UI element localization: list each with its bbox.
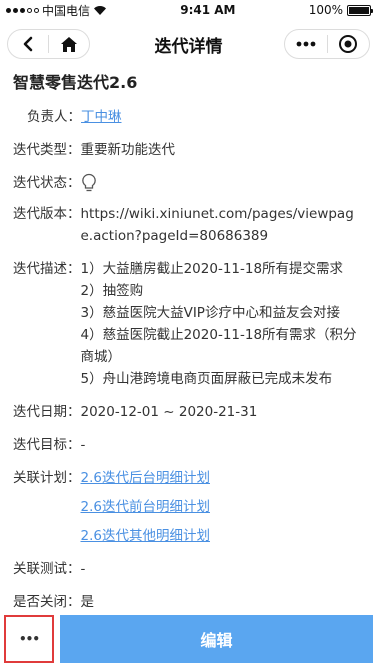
plan-link: 2.6迭代其他明细计划 [81, 525, 365, 554]
plan-list: 2.6迭代后台明细计划 2.6迭代前台明细计划 2.6迭代其他明细计划 [81, 467, 365, 554]
carrier-name: 中国电信 [42, 3, 91, 18]
owner-row: 负责人： 丁中琳 [13, 106, 364, 128]
back-button[interactable] [8, 30, 48, 58]
version-label: 迭代版本： [13, 206, 81, 222]
test-label: 关联测试： [13, 561, 81, 577]
status-left: 中国电信 [6, 2, 107, 19]
status-row: 迭代状态： [13, 172, 364, 194]
nav-bar: 迭代详情 [0, 20, 377, 68]
version-value: https://wiki.xiniunet.com/pages/viewpage… [80, 206, 354, 244]
battery-percent: 100% [308, 3, 343, 17]
back-arrow-icon [23, 36, 33, 52]
status-label: 迭代状态： [13, 175, 81, 191]
status-bar: 中国电信 9:41 AM 100% [0, 0, 377, 20]
plan-link-frontend[interactable]: 2.6迭代前台明细计划 [81, 499, 210, 515]
page-header-title: 迭代详情 [154, 36, 223, 57]
more-label: ••• [18, 632, 40, 646]
date-label: 迭代日期： [13, 404, 81, 420]
nav-capsule-right [284, 29, 370, 59]
lightbulb-icon [81, 173, 96, 192]
desc-line: 4）慈益医院截止2020-11-18所有需求（积分商城） [80, 327, 357, 365]
signal-icon [6, 7, 39, 13]
test-row: 关联测试： - [13, 558, 364, 580]
version-row: 迭代版本： https://wiki.xiniunet.com/pages/vi… [13, 203, 364, 247]
test-value: - [80, 561, 86, 577]
closed-value: 是 [80, 594, 95, 610]
desc-list: 1）大益膳房截止2020-11-18所有提交需求 2）抽签购 3）慈益医院大益V… [81, 258, 365, 390]
more-dots-icon [296, 41, 316, 47]
nav-capsule-left [7, 29, 90, 59]
date-row: 迭代日期： 2020-12-01 ~ 2020-21-31 [13, 401, 364, 423]
plan-link: 2.6迭代后台明细计划 [81, 467, 365, 496]
status-right: 100% [308, 3, 373, 17]
goal-label: 迭代目标： [13, 437, 81, 453]
desc-label: 迭代描述： [13, 261, 81, 277]
menu-button[interactable] [285, 30, 327, 58]
plan-link-backend[interactable]: 2.6迭代后台明细计划 [81, 470, 210, 486]
desc-row: 迭代描述： 1）大益膳房截止2020-11-18所有提交需求 2）抽签购 3）慈… [13, 258, 364, 390]
edit-button[interactable]: 编辑 [60, 615, 373, 663]
plan-label: 关联计划： [13, 470, 81, 486]
more-actions-button[interactable]: ••• [4, 615, 54, 663]
detail-content: 智慧零售迭代2.6 负责人： 丁中琳 迭代类型： 重要新功能迭代 迭代状态： 迭… [0, 70, 377, 613]
date-value: 2020-12-01 ~ 2020-21-31 [80, 404, 258, 420]
plan-link-other[interactable]: 2.6迭代其他明细计划 [81, 528, 210, 544]
closed-label: 是否关闭： [13, 594, 81, 610]
desc-line: 1）大益膳房截止2020-11-18所有提交需求 [80, 261, 344, 277]
status-time: 9:41 AM [180, 3, 236, 17]
plan-row: 关联计划： 2.6迭代后台明细计划 2.6迭代前台明细计划 2.6迭代其他明细计… [13, 467, 364, 554]
owner-label: 负责人： [27, 109, 81, 125]
goal-value: - [80, 437, 86, 453]
iteration-title: 智慧零售迭代2.6 [13, 73, 138, 92]
desc-line: 3）慈益医院大益VIP诊疗中心和益友会对接 [80, 305, 340, 321]
owner-link[interactable]: 丁中琳 [81, 106, 364, 128]
desc-line: 2）抽签购 [80, 283, 144, 299]
battery-level [349, 6, 369, 14]
battery-icon [347, 4, 373, 16]
closed-row: 是否关闭： 是 [13, 591, 364, 613]
target-circle-icon [339, 35, 358, 53]
home-icon [61, 36, 77, 52]
wifi-icon [94, 5, 107, 15]
type-label: 迭代类型： [13, 142, 81, 158]
type-value: 重要新功能迭代 [80, 142, 176, 158]
plan-link: 2.6迭代前台明细计划 [81, 496, 365, 525]
desc-line: 5）舟山港跨境电商页面屏蔽已完成未发布 [80, 371, 333, 387]
goal-row: 迭代目标： - [13, 434, 364, 456]
home-button[interactable] [49, 30, 89, 58]
type-row: 迭代类型： 重要新功能迭代 [13, 139, 364, 161]
close-miniprogram-button[interactable] [328, 30, 370, 58]
bottom-action-bar: ••• 编辑 [0, 611, 377, 667]
